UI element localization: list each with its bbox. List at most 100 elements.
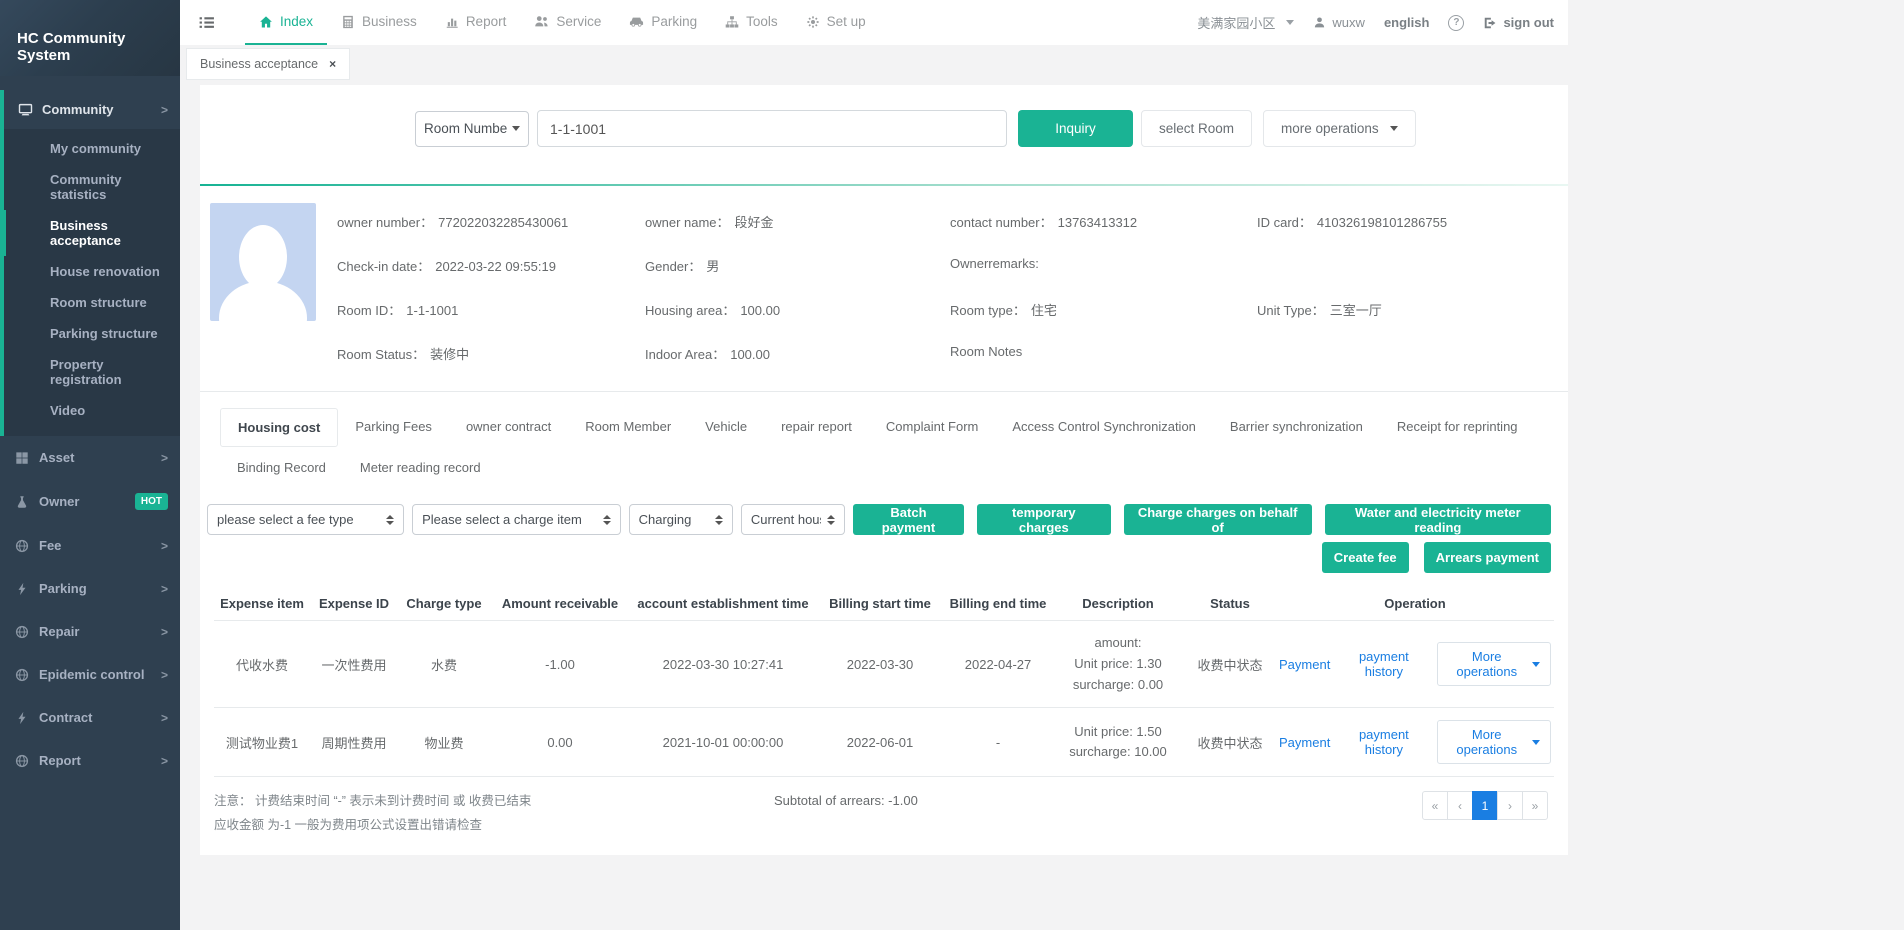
fee-table: Expense item Expense ID Charge type Amou…: [214, 587, 1554, 777]
batch-payment-button[interactable]: Batch payment: [853, 504, 964, 535]
community-selector[interactable]: 美满家园小区: [1197, 13, 1294, 32]
note-line-2: 应收金额 为-1 一般为费用项公式设置出错请检查: [214, 814, 774, 837]
nav-item-tools[interactable]: Tools: [711, 0, 792, 45]
page-next-button[interactable]: ›: [1497, 791, 1523, 820]
create-fee-button[interactable]: Create fee: [1322, 542, 1409, 573]
house-scope-select[interactable]: Current house: [741, 504, 845, 535]
charge-item-select[interactable]: Please select a charge item: [412, 504, 620, 535]
nav-item-service[interactable]: Service: [520, 0, 615, 45]
payment-link[interactable]: Payment: [1279, 735, 1330, 750]
temporary-charges-button[interactable]: temporary charges: [977, 504, 1110, 535]
sidebar-item-business-acceptance[interactable]: Business acceptance: [4, 210, 180, 256]
tab-barrier-sync[interactable]: Barrier synchronization: [1213, 408, 1380, 445]
search-category-select[interactable]: Room Number: [415, 111, 529, 147]
hot-badge: HOT: [135, 493, 168, 510]
sidebar-item-label: Repair: [39, 624, 79, 639]
row-more-operations-dropdown[interactable]: More operations: [1437, 642, 1551, 686]
tab-receipt-reprinting[interactable]: Receipt for reprinting: [1380, 408, 1535, 445]
charging-status-select[interactable]: Charging: [629, 504, 733, 535]
tab-owner-contract[interactable]: owner contract: [449, 408, 568, 445]
tab-binding-record[interactable]: Binding Record: [220, 449, 343, 486]
nav-item-business[interactable]: Business: [327, 0, 431, 45]
tab-access-control-sync[interactable]: Access Control Synchronization: [995, 408, 1213, 445]
tab-room-member[interactable]: Room Member: [568, 408, 688, 445]
fee-table-header-row: Expense item Expense ID Charge type Amou…: [214, 587, 1554, 621]
payment-history-link[interactable]: payment history: [1345, 727, 1422, 757]
sidebar-item-my-community[interactable]: My community: [4, 133, 180, 164]
sidebar-item-fee[interactable]: Fee >: [0, 524, 180, 567]
sidebar-item-label: Contract: [39, 710, 92, 725]
sidebar-item-property-registration[interactable]: Property registration: [4, 349, 180, 395]
col-account-time: account establishment time: [630, 587, 816, 621]
more-operations-dropdown[interactable]: more operations: [1263, 110, 1416, 147]
sidebar-item-community[interactable]: Community >: [4, 90, 180, 129]
col-amount-receivable: Amount receivable: [490, 587, 630, 621]
nav-label: Tools: [746, 14, 778, 29]
sidebar-item-house-renovation[interactable]: House renovation: [4, 256, 180, 287]
nav-label: Set up: [827, 14, 866, 29]
help-icon[interactable]: [1448, 15, 1464, 31]
car-icon: [629, 14, 644, 29]
app-title: HC Community System: [0, 0, 180, 76]
col-operation: Operation: [1276, 587, 1554, 621]
nav-item-setup[interactable]: Set up: [792, 0, 880, 45]
sidebar-item-parking-structure[interactable]: Parking structure: [4, 318, 180, 349]
globe-icon: [15, 539, 29, 553]
inquiry-button[interactable]: Inquiry: [1018, 110, 1133, 147]
tab-business-acceptance[interactable]: Business acceptance: [186, 48, 350, 80]
select-room-button[interactable]: select Room: [1141, 110, 1252, 147]
col-billing-start: Billing start time: [816, 587, 944, 621]
meter-reading-button[interactable]: Water and electricity meter reading: [1325, 504, 1551, 535]
fee-type-select[interactable]: please select a fee type: [207, 504, 404, 535]
sidebar-item-epidemic-control[interactable]: Epidemic control >: [0, 653, 180, 696]
tab-complaint-form[interactable]: Complaint Form: [869, 408, 995, 445]
payment-history-link[interactable]: payment history: [1345, 649, 1422, 679]
page-last-button[interactable]: »: [1522, 791, 1548, 820]
select-arrows-icon: [386, 515, 394, 525]
sign-out-button[interactable]: sign out: [1483, 15, 1554, 30]
more-operations-label: more operations: [1281, 121, 1379, 136]
page-prev-button[interactable]: ‹: [1447, 791, 1473, 820]
tab-parking-fees[interactable]: Parking Fees: [338, 408, 449, 445]
caret-down-icon: [1532, 662, 1540, 667]
caret-down-icon: [1286, 20, 1294, 25]
sidebar-item-video[interactable]: Video: [4, 395, 180, 426]
search-bar: Room Number Inquiry select Room more ope…: [415, 110, 1568, 147]
tab-meter-reading-record[interactable]: Meter reading record: [343, 449, 498, 486]
caret-down-icon: [1390, 126, 1398, 131]
page-1-button[interactable]: 1: [1472, 791, 1498, 820]
col-description: Description: [1052, 587, 1184, 621]
nav-item-parking[interactable]: Parking: [615, 0, 711, 45]
charge-on-behalf-button[interactable]: Charge charges on behalf of: [1124, 504, 1312, 535]
current-user[interactable]: wuxw: [1313, 15, 1365, 30]
payment-link[interactable]: Payment: [1279, 657, 1330, 672]
sidebar-item-repair[interactable]: Repair >: [0, 610, 180, 653]
note-line-1: 注意： 计费结束时间 “-” 表示未到计费时间 或 收费已结束: [214, 790, 774, 813]
language-switch[interactable]: english: [1384, 15, 1430, 30]
row-more-operations-dropdown[interactable]: More operations: [1437, 720, 1551, 764]
sidebar-item-label: Fee: [39, 538, 61, 553]
tab-housing-cost[interactable]: Housing cost: [220, 408, 338, 447]
sidebar-item-contract[interactable]: Contract >: [0, 696, 180, 739]
sidebar-toggle-icon[interactable]: [190, 8, 223, 37]
sidebar-item-community-statistics[interactable]: Community statistics: [4, 164, 180, 210]
close-icon[interactable]: [329, 57, 336, 71]
sidebar-item-asset[interactable]: Asset >: [0, 436, 180, 479]
sidebar-item-label: Asset: [39, 450, 74, 465]
search-category-value: Room Number: [424, 121, 508, 136]
arrears-payment-button[interactable]: Arrears payment: [1424, 542, 1551, 573]
page-first-button[interactable]: «: [1422, 791, 1448, 820]
select-arrows-icon: [715, 515, 723, 525]
nav-item-index[interactable]: Index: [245, 0, 327, 45]
sidebar-item-owner[interactable]: Owner HOT: [0, 479, 180, 524]
sidebar-item-parking[interactable]: Parking >: [0, 567, 180, 610]
sidebar-item-report[interactable]: Report >: [0, 739, 180, 782]
owner-info-section: owner number：772022032285430061 owner na…: [200, 186, 1568, 379]
sidebar-item-room-structure[interactable]: Room structure: [4, 287, 180, 318]
tab-repair-report[interactable]: repair report: [764, 408, 869, 445]
field-unit-type: Unit Type：三室一厅: [1257, 300, 1558, 319]
search-input[interactable]: [537, 110, 1007, 147]
tab-vehicle[interactable]: Vehicle: [688, 408, 764, 445]
nav-item-report[interactable]: Report: [431, 0, 521, 45]
status-text: 收费中状态: [1184, 621, 1276, 708]
